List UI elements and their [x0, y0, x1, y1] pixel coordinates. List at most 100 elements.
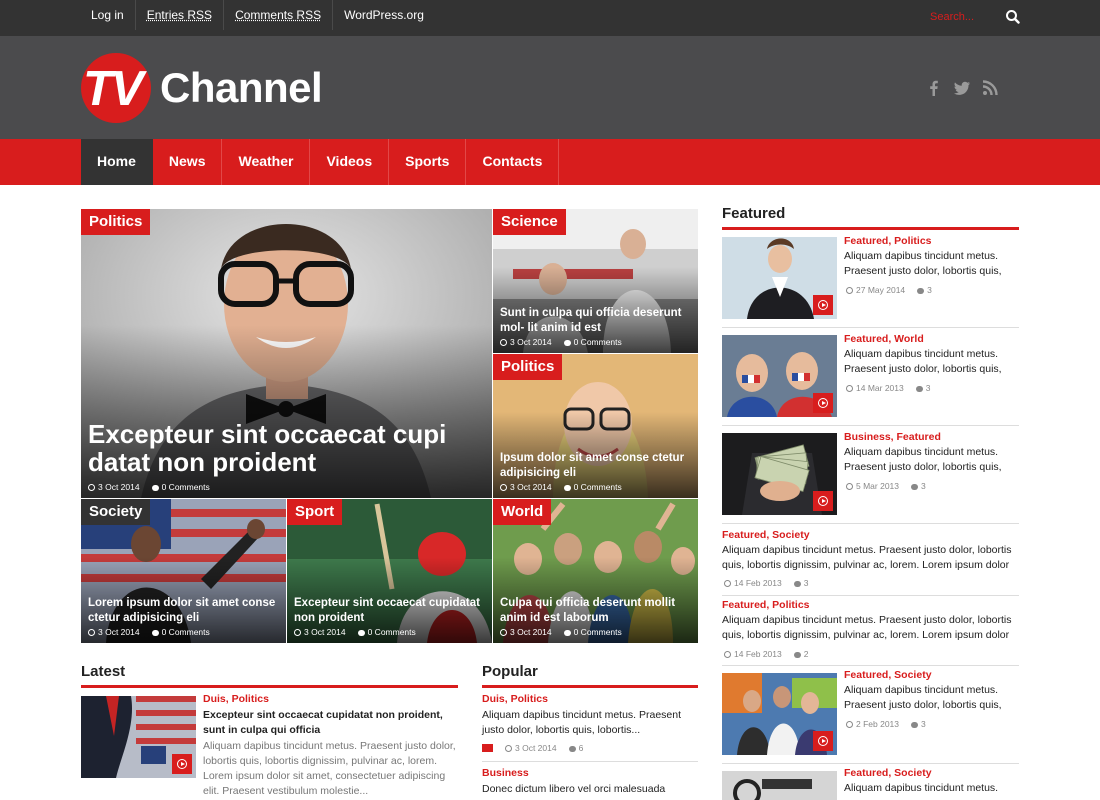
- story-title[interactable]: Lorem ipsum dolor sit amet conse ctetur …: [88, 596, 279, 626]
- popular-categories[interactable]: Business: [482, 767, 529, 779]
- popular-excerpt[interactable]: Aliquam dapibus tincidunt metus. Praesen…: [482, 708, 698, 738]
- nav-news[interactable]: News: [153, 139, 223, 185]
- play-icon[interactable]: [813, 491, 833, 511]
- popular-comments[interactable]: 6: [579, 743, 584, 753]
- politics-story-tile[interactable]: Politics Ipsum dolor sit amet conse ctet…: [493, 354, 698, 498]
- comment-icon: [151, 485, 159, 491]
- latest-title[interactable]: Excepteur sint occaecat cupidatat non pr…: [203, 708, 458, 738]
- clock-icon: [500, 629, 507, 636]
- story-meta: 3 Oct 2014 0 Comments: [500, 627, 622, 637]
- latest-heading: Latest: [81, 663, 126, 680]
- featured-meta: 27 May 2014 3: [846, 285, 932, 295]
- world-story-tile[interactable]: World Culpa qui officia deserunt mollit …: [493, 499, 698, 643]
- facebook-icon[interactable]: [925, 79, 943, 97]
- nav-videos[interactable]: Videos: [310, 139, 390, 185]
- featured-comments[interactable]: 3: [926, 383, 931, 393]
- featured-comments[interactable]: 3: [921, 719, 926, 729]
- featured-text[interactable]: Aliquam dapibus tincidunt metus. Praesen…: [844, 249, 1019, 279]
- main-story-tile[interactable]: Politics Excepteur sint occaecat cupi da…: [81, 209, 492, 498]
- play-icon[interactable]: [813, 393, 833, 413]
- search-icon[interactable]: [1003, 7, 1023, 27]
- story-comments[interactable]: 0 Comments: [368, 627, 416, 637]
- latest-categories[interactable]: Duis, Politics: [203, 693, 269, 705]
- category-label[interactable]: World: [493, 499, 552, 525]
- featured-thumbnail[interactable]: [722, 673, 837, 755]
- wordpress-link[interactable]: WordPress.org: [333, 0, 435, 30]
- nav-contacts[interactable]: Contacts: [466, 139, 560, 185]
- clock-icon: [505, 745, 512, 752]
- story-comments[interactable]: 0 Comments: [574, 337, 622, 347]
- story-title[interactable]: Culpa qui officia deserunt mollit anim i…: [500, 596, 691, 626]
- story-meta: 3 Oct 2014 0 Comments: [500, 482, 622, 492]
- latest-thumbnail[interactable]: [81, 696, 196, 778]
- story-title[interactable]: Excepteur sint occaecat cupidatat non pr…: [294, 596, 485, 626]
- featured-meta: 2 Feb 2013 3: [846, 719, 926, 729]
- clock-icon: [500, 484, 507, 491]
- featured-comments[interactable]: 3: [927, 285, 932, 295]
- play-icon[interactable]: [813, 295, 833, 315]
- nav-weather[interactable]: Weather: [222, 139, 311, 185]
- twitter-icon[interactable]: [953, 79, 971, 97]
- featured-comments[interactable]: 3: [921, 481, 926, 491]
- featured-meta: 5 Mar 2013 3: [846, 481, 926, 491]
- popular-categories[interactable]: Duis, Politics: [482, 693, 548, 705]
- featured-comments[interactable]: 3: [804, 578, 809, 588]
- comment-icon: [568, 746, 576, 752]
- sport-story-tile[interactable]: Sport Excepteur sint occaecat cupidatat …: [287, 499, 492, 643]
- motorcycle-photo: [722, 771, 837, 800]
- story-title[interactable]: Sunt in culpa qui officia deserunt mol- …: [500, 306, 691, 336]
- category-label[interactable]: Politics: [81, 209, 151, 235]
- login-link[interactable]: Log in: [81, 0, 136, 30]
- featured-categories[interactable]: Featured, Politics: [844, 235, 932, 247]
- category-label[interactable]: Politics: [493, 354, 563, 380]
- nav-sports[interactable]: Sports: [389, 139, 467, 185]
- search-input[interactable]: [930, 6, 1000, 28]
- play-icon[interactable]: [813, 731, 833, 751]
- story-title[interactable]: Ipsum dolor sit amet conse ctetur adipis…: [500, 451, 691, 481]
- story-comments[interactable]: 0 Comments: [162, 482, 210, 492]
- featured-thumbnail[interactable]: [722, 335, 837, 417]
- featured-thumbnail[interactable]: [722, 771, 837, 800]
- category-label[interactable]: Society: [81, 499, 151, 525]
- featured-text[interactable]: Aliquam dapibus tincidunt metus. Praesen…: [844, 683, 1019, 713]
- story-comments[interactable]: 0 Comments: [574, 482, 622, 492]
- social-links: [925, 79, 999, 97]
- rss-icon[interactable]: [981, 79, 999, 97]
- featured-categories[interactable]: Featured, Society: [722, 529, 810, 541]
- featured-categories[interactable]: Featured, Politics: [722, 599, 810, 611]
- science-story-tile[interactable]: Science Sunt in culpa qui officia deseru…: [493, 209, 698, 353]
- video-icon: [482, 744, 493, 752]
- top-links: Log in Entries RSS Comments RSS WordPres…: [81, 0, 435, 30]
- featured-categories[interactable]: Featured, Society: [844, 767, 932, 779]
- entries-rss-link[interactable]: Entries RSS: [136, 0, 225, 30]
- featured-thumbnail[interactable]: [722, 433, 837, 515]
- featured-thumbnail[interactable]: [722, 237, 837, 319]
- play-icon[interactable]: [172, 754, 192, 774]
- nav-home[interactable]: Home: [81, 139, 153, 185]
- site-logo[interactable]: TV Channel: [81, 51, 323, 125]
- featured-text[interactable]: Aliquam dapibus tincidunt metus. Praesen…: [722, 543, 1019, 573]
- story-comments[interactable]: 0 Comments: [162, 627, 210, 637]
- featured-text[interactable]: Aliquam dapibus tincidunt metus. Praesen…: [844, 445, 1019, 475]
- popular-excerpt[interactable]: Donec dictum libero vel orci malesuada: [482, 782, 698, 797]
- featured-categories[interactable]: Business, Featured: [844, 431, 941, 443]
- story-title[interactable]: Excepteur sint occaecat cupi datat non p…: [88, 420, 468, 476]
- featured-date: 14 Feb 2013: [734, 649, 782, 659]
- featured-categories[interactable]: Featured, Society: [844, 669, 932, 681]
- featured-text[interactable]: Aliquam dapibus tincidunt metus.: [844, 781, 1019, 796]
- clock-icon: [846, 385, 853, 392]
- category-label[interactable]: Science: [493, 209, 566, 235]
- featured-text[interactable]: Aliquam dapibus tincidunt metus. Praesen…: [844, 347, 1019, 377]
- comments-rss-link[interactable]: Comments RSS: [224, 0, 334, 30]
- comment-icon: [793, 652, 801, 658]
- divider: [722, 595, 1019, 596]
- featured-text[interactable]: Aliquam dapibus tincidunt metus. Praesen…: [722, 613, 1019, 643]
- logo-mark: TV: [83, 62, 144, 116]
- story-comments[interactable]: 0 Comments: [574, 627, 622, 637]
- society-story-tile[interactable]: Society Lorem ipsum dolor sit amet conse…: [81, 499, 286, 643]
- divider: [722, 665, 1019, 666]
- clock-icon: [724, 580, 731, 587]
- category-label[interactable]: Sport: [287, 499, 343, 525]
- featured-categories[interactable]: Featured, World: [844, 333, 924, 345]
- featured-comments[interactable]: 2: [804, 649, 809, 659]
